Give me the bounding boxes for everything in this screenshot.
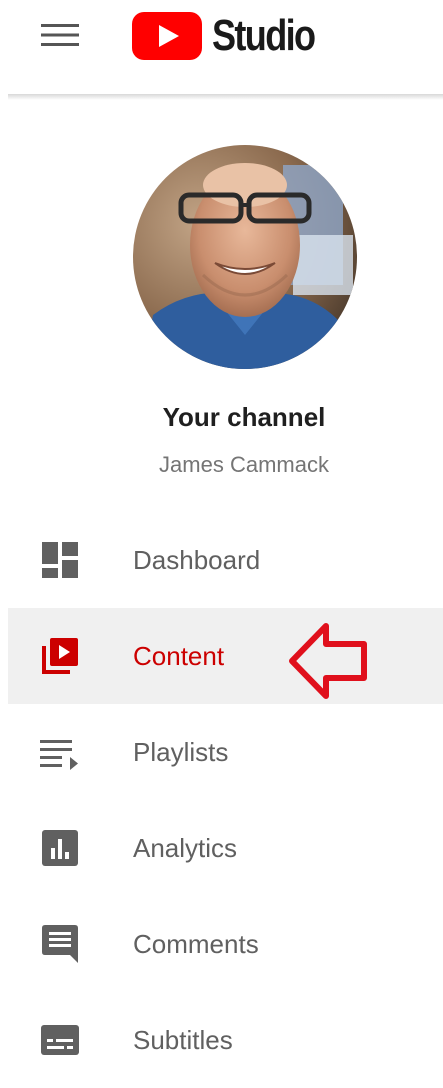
menu-button[interactable]: [30, 14, 90, 56]
playlists-icon: [40, 740, 78, 770]
sidebar-item-label: Dashboard: [133, 545, 261, 575]
sidebar-item-label: Content: [133, 641, 225, 671]
hamburger-icon: [41, 24, 79, 46]
brand-text: Studio: [212, 11, 316, 60]
top-bar: Studio: [0, 0, 443, 96]
channel-owner-name: James Cammack: [159, 452, 329, 477]
youtube-logo-icon: [132, 12, 202, 60]
your-channel-label: Your channel: [162, 402, 326, 432]
sidebar-item-label: Analytics: [133, 833, 238, 863]
subtitles-icon: [41, 1025, 79, 1055]
channel-avatar[interactable]: [133, 145, 357, 369]
sidebar-item-content[interactable]: Content: [8, 608, 443, 704]
sidebar-item-comments[interactable]: Comments: [8, 896, 443, 992]
sidebar-item-subtitles[interactable]: Subtitles: [8, 992, 443, 1088]
dashboard-icon: [42, 542, 78, 578]
avatar-photo: [133, 145, 357, 369]
content-icon: [42, 638, 78, 674]
sidebar-item-label: Playlists: [133, 737, 229, 767]
sidebar-item-label: Comments: [133, 929, 259, 959]
sidebar-item-analytics[interactable]: Analytics: [8, 800, 443, 896]
comments-icon: [42, 925, 78, 963]
youtube-studio-logo[interactable]: Studio: [132, 8, 337, 64]
sidebar-item-playlists[interactable]: Playlists: [8, 704, 443, 800]
analytics-icon: [42, 830, 78, 866]
top-bar-divider: [8, 94, 443, 100]
sidebar-item-label: Subtitles: [133, 1025, 233, 1055]
sidebar-item-dashboard[interactable]: Dashboard: [8, 512, 443, 608]
red-arrow-annotation: [289, 623, 367, 699]
